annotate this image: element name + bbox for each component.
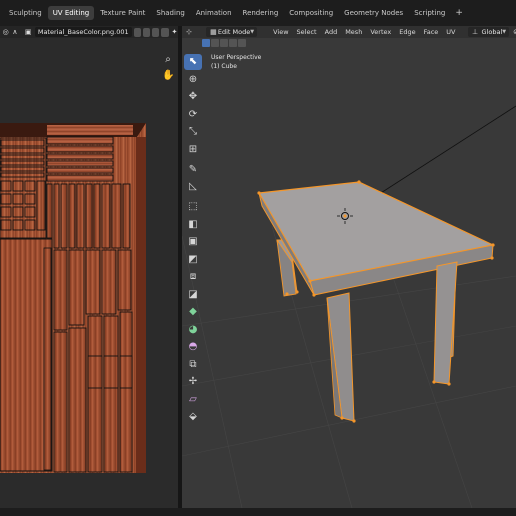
menu-edge[interactable]: Edge [399, 28, 415, 36]
chevron-down-icon: ▼ [250, 29, 255, 35]
viewport-info: User Perspective (1) Cube [211, 53, 261, 71]
view-name: User Perspective [211, 54, 262, 61]
knife-icon[interactable]: ◪ [184, 287, 202, 303]
cursor-icon[interactable]: ⊕ [184, 72, 202, 88]
inset-icon[interactable]: ▣ [184, 234, 202, 250]
menu-face[interactable]: Face [424, 28, 439, 36]
table-mesh[interactable] [182, 26, 516, 508]
uv-editor[interactable]: ◎ ∧ ▣ Material_BaseColor.png.001 ✦ ⌕ ✋ [0, 26, 178, 508]
add-cube-icon[interactable]: ⬚ [184, 199, 202, 215]
edge-slide-icon[interactable]: ⧉ [184, 357, 202, 373]
menu-select[interactable]: Select [297, 28, 317, 36]
tool-shelf: ⬉ ⊕ ✥ ⟳ ⤡ ⊞ ✎ ◺ ⬚ ◧ ▣ ◩ ⧈ ◪ ◆ ◕ ◓ ⧉ ✢ ▱ … [184, 54, 204, 427]
editor-type-icon[interactable]: ◎ [2, 28, 9, 37]
pin-icon[interactable]: ✦ [171, 28, 178, 37]
image-name: Material_BaseColor.png.001 [37, 28, 129, 36]
tab-sculpting[interactable]: Sculpting [4, 6, 47, 20]
tab-rendering[interactable]: Rendering [238, 6, 284, 20]
rip-region-icon[interactable]: ⬙ [184, 409, 202, 425]
open-image-button[interactable] [152, 27, 160, 37]
select-subtract-button[interactable] [220, 39, 228, 47]
tab-geometry-nodes[interactable]: Geometry Nodes [339, 6, 408, 20]
chevron-down-icon: ▼ [502, 29, 507, 35]
menu-vertex[interactable]: Vertex [370, 28, 391, 36]
loop-cut-icon[interactable]: ⧈ [184, 269, 202, 285]
transform-icon[interactable]: ⊞ [184, 142, 202, 158]
extrude-icon[interactable]: ◧ [184, 217, 202, 233]
select-extend-button[interactable] [211, 39, 219, 47]
uv-editor-header: ◎ ∧ ▣ Material_BaseColor.png.001 ✦ [0, 26, 178, 38]
select-mode-toolbar [202, 38, 247, 48]
3d-viewport[interactable]: ⊹ ▦ Edit Mode ▼ View Select Add Mesh Ver… [182, 26, 516, 508]
tab-shading[interactable]: Shading [151, 6, 189, 20]
object-name: (1) Cube [211, 63, 237, 70]
spin-icon[interactable]: ◕ [184, 322, 202, 338]
unlink-image-button[interactable] [161, 27, 169, 37]
tab-compositing[interactable]: Compositing [284, 6, 338, 20]
bevel-icon[interactable]: ◩ [184, 252, 202, 268]
smooth-icon[interactable]: ◓ [184, 339, 202, 355]
fake-user-button[interactable] [133, 27, 141, 37]
status-bar [0, 508, 516, 516]
shear-icon[interactable]: ▱ [184, 392, 202, 408]
orientation-label: Global [481, 28, 503, 36]
select-new-button[interactable] [202, 39, 210, 47]
annotate-icon[interactable]: ✎ [184, 162, 202, 178]
viewport-header: ⊹ ▦ Edit Mode ▼ View Select Add Mesh Ver… [182, 26, 516, 38]
select-invert-button[interactable] [229, 39, 237, 47]
tab-animation[interactable]: Animation [191, 6, 237, 20]
transform-orientation-dropdown[interactable]: ⊥ Global ▼ [467, 27, 510, 37]
move-icon[interactable]: ✥ [184, 89, 202, 105]
image-name-field[interactable]: Material_BaseColor.png.001 [34, 27, 132, 37]
new-image-button[interactable] [142, 27, 151, 37]
orientation-icon: ⊥ [471, 27, 479, 36]
scale-icon[interactable]: ⤡ [184, 124, 202, 140]
poly-build-icon[interactable]: ◆ [184, 304, 202, 320]
uv-texture-canvas[interactable] [0, 26, 178, 508]
tab-scripting[interactable]: Scripting [409, 6, 450, 20]
add-workspace-button[interactable]: + [451, 8, 467, 18]
editor-type-icon[interactable]: ⊹ [186, 28, 192, 37]
edit-mode-icon: ▦ [210, 27, 217, 36]
menu-view[interactable]: View [273, 28, 288, 36]
mode-dropdown[interactable]: ▦ Edit Mode ▼ [205, 27, 258, 37]
select-intersect-button[interactable] [238, 39, 246, 47]
rotate-icon[interactable]: ⟳ [184, 107, 202, 123]
sticky-mode-icon[interactable]: ∧ [11, 28, 18, 37]
mode-label: Edit Mode [217, 28, 251, 36]
menu-mesh[interactable]: Mesh [345, 28, 362, 36]
tab-uv-editing[interactable]: UV Editing [47, 6, 95, 20]
menu-uv[interactable]: UV [446, 28, 455, 36]
magnifier-icon[interactable]: ⌕ [162, 54, 174, 66]
select-box-icon[interactable]: ⬉ [184, 54, 202, 70]
tab-texture-paint[interactable]: Texture Paint [95, 6, 150, 20]
hand-pan-icon[interactable]: ✋ [162, 70, 174, 82]
blender-window: Sculpting UV Editing Texture Paint Shadi… [0, 0, 516, 516]
measure-icon[interactable]: ◺ [184, 179, 202, 195]
workspace-tabs: Sculpting UV Editing Texture Paint Shadi… [0, 0, 516, 26]
shrink-fatten-icon[interactable]: ✢ [184, 374, 202, 390]
image-browse-icon[interactable]: ▣ [25, 28, 32, 37]
menu-add[interactable]: Add [325, 28, 338, 36]
